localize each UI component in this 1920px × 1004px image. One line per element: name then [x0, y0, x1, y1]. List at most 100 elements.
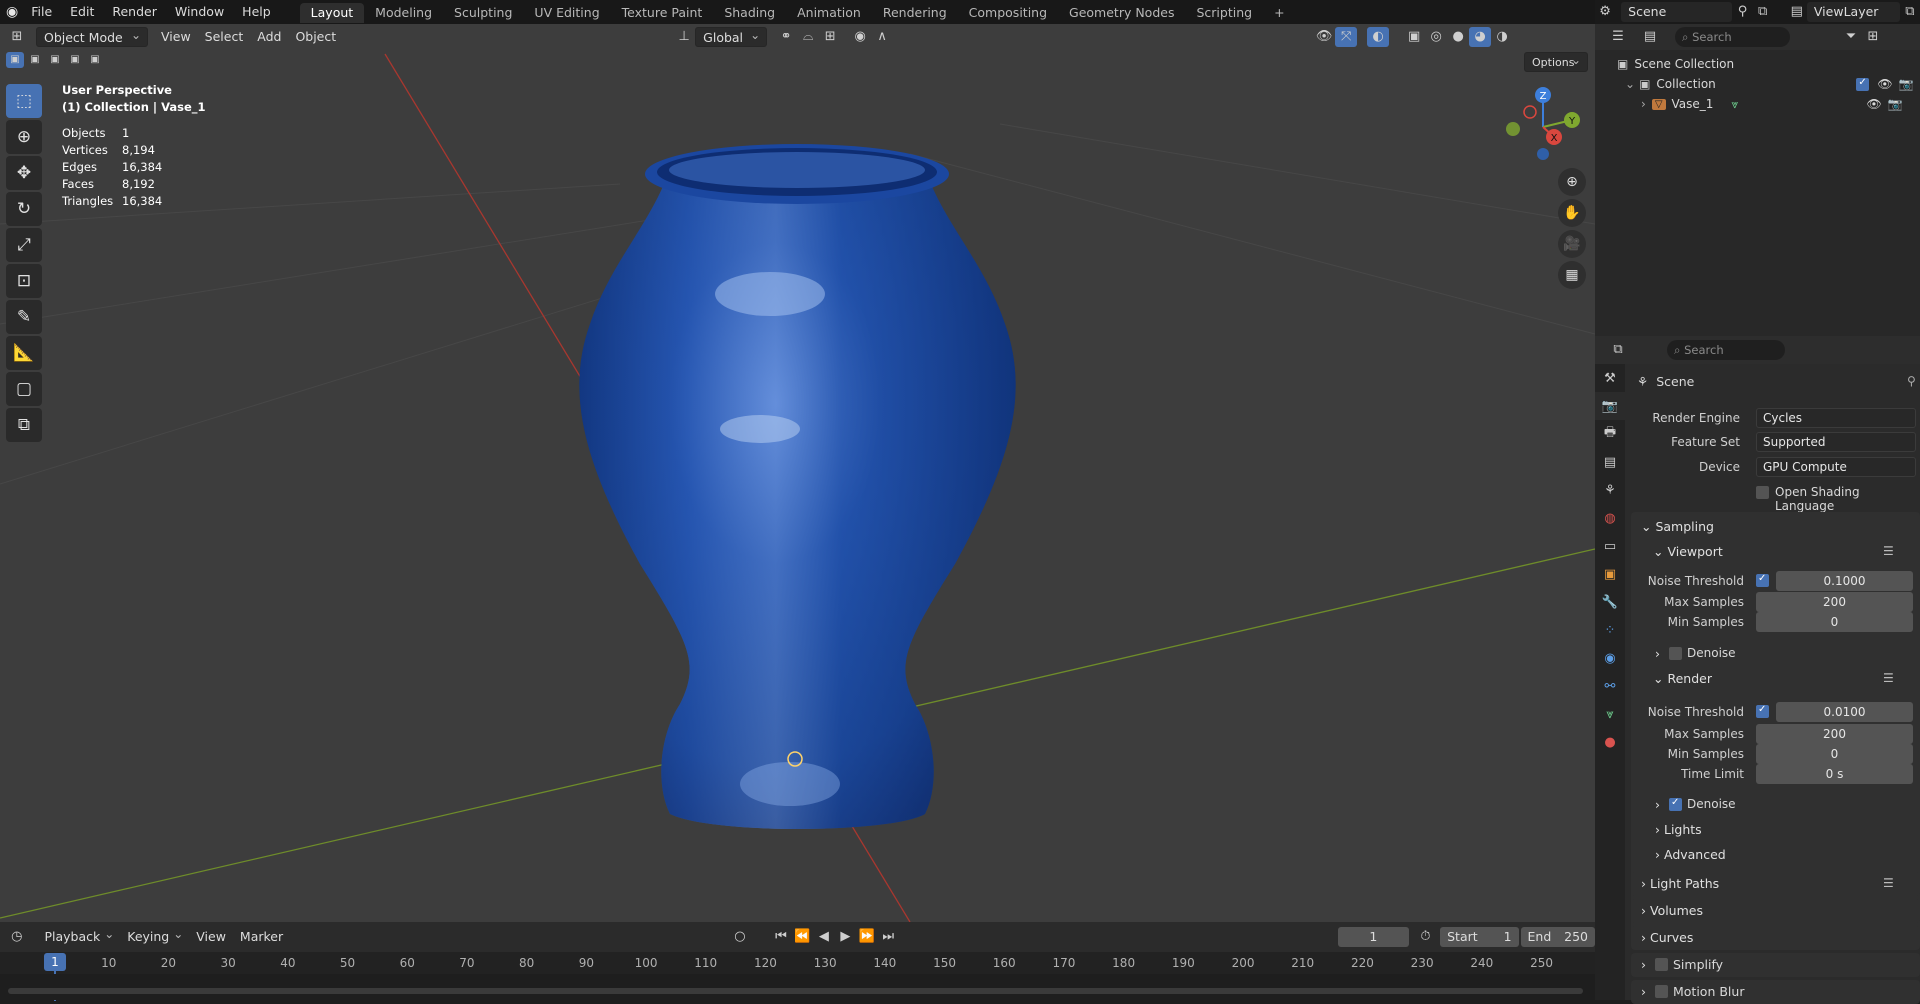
tool-tab-icon[interactable]: ⚒ [1595, 364, 1625, 392]
viewport-denoise-checkbox[interactable] [1669, 647, 1682, 660]
menu-add[interactable]: Add [250, 27, 288, 47]
jump-start-icon[interactable]: ⏮ [770, 927, 791, 947]
3d-viewport[interactable] [0, 24, 1595, 922]
camera-view-icon[interactable]: 🎥 [1558, 230, 1586, 258]
osl-checkbox[interactable] [1756, 486, 1769, 499]
menu-window[interactable]: Window [166, 0, 233, 24]
visibility-icon[interactable]: 👁 [1313, 27, 1335, 47]
preset-list-icon[interactable]: ☰ [1883, 876, 1894, 890]
select-subtract-icon[interactable]: ▣ [46, 52, 64, 68]
select-intersect-icon[interactable]: ▣ [86, 52, 104, 68]
filter-icon[interactable]: ⏷ [1840, 27, 1862, 47]
new-collection-icon[interactable]: ⊞ [1862, 27, 1884, 47]
mode-selector[interactable]: Object Mode [36, 25, 148, 47]
gizmo-toggle-icon[interactable]: ⤧ [1335, 27, 1358, 47]
timeline-track-area[interactable] [0, 974, 1595, 1000]
eye-icon[interactable]: 👁 [1877, 77, 1892, 91]
play-icon[interactable]: ▶ [835, 927, 856, 947]
zoom-icon[interactable]: ⊕ [1558, 168, 1586, 196]
orientation-icon[interactable]: ⊥ [673, 27, 695, 47]
play-reverse-icon[interactable]: ◀ [813, 927, 834, 947]
outliner-row-vase[interactable]: › ▽ Vase_1 ⩔ 👁 📷 [1617, 94, 1914, 114]
pin-icon[interactable]: ⚲ [1907, 374, 1916, 388]
blender-logo-icon[interactable]: ◉ [6, 4, 18, 20]
options-button[interactable]: Options [1524, 50, 1588, 72]
timeline-scrollbar[interactable] [8, 988, 1583, 994]
data-tab-icon[interactable]: ⩔ [1595, 700, 1625, 728]
preset-list-icon[interactable]: ☰ [1883, 544, 1894, 558]
jump-end-icon[interactable]: ⏭ [878, 927, 899, 947]
light-paths-header[interactable]: › Light Paths [1641, 876, 1719, 891]
preview-range-icon[interactable]: ⏱ [1415, 927, 1436, 947]
tab-layout[interactable]: Layout [299, 2, 365, 23]
render-engine-select[interactable]: Cycles [1756, 408, 1916, 428]
modifier-tab-icon[interactable]: 🔧 [1595, 588, 1625, 616]
physics-tab-icon[interactable]: ◉ [1595, 644, 1625, 672]
menu-timeline-view[interactable]: View [189, 927, 233, 947]
simplify-checkbox[interactable] [1655, 958, 1668, 971]
device-select[interactable]: GPU Compute [1756, 457, 1916, 477]
navigation-gizmo[interactable]: Z Y X [1498, 82, 1588, 172]
chevron-down-icon[interactable]: ⌄ [1625, 77, 1635, 91]
advanced-header[interactable]: › Advanced [1655, 847, 1726, 862]
snap-icon[interactable]: ⌓ [797, 27, 819, 47]
motion-blur-header[interactable]: › [1641, 984, 1646, 999]
pivot-icon[interactable]: ⚭ [775, 27, 797, 47]
tab-rendering[interactable]: Rendering [872, 3, 958, 23]
new-scene-icon[interactable]: ⧉ [1753, 2, 1773, 22]
transform-orientation-selector[interactable]: Global [695, 25, 768, 47]
simplify-header[interactable]: › [1641, 957, 1646, 972]
ortho-grid-icon[interactable]: ▦ [1558, 261, 1586, 289]
viewport-subheader[interactable]: ⌄ Viewport [1653, 544, 1723, 559]
view-layer-tab-icon[interactable]: ▤ [1595, 448, 1625, 476]
menu-view[interactable]: View [154, 27, 198, 47]
scene-selector[interactable]: Scene [1621, 2, 1733, 22]
lights-header[interactable]: › Lights [1655, 822, 1702, 837]
scene-tab-icon[interactable]: ⚘ [1595, 476, 1625, 504]
outliner-search-input[interactable]: ⌕ Search [1675, 27, 1790, 47]
auto-keying-icon[interactable]: ○ [729, 927, 750, 947]
viewport-min-samples-field[interactable]: 0 [1756, 612, 1913, 632]
scene-icon[interactable]: ⚙ [1595, 2, 1615, 22]
render-denoise-checkbox[interactable] [1669, 797, 1682, 811]
view-layer-icon[interactable]: ▤ [1787, 2, 1807, 22]
outliner-row-collection[interactable]: ⌄ ▣ Collection 👁 📷 [1617, 74, 1914, 94]
viewport-noise-threshold-checkbox[interactable] [1756, 573, 1769, 587]
select-box-icon[interactable]: ⬚ [6, 84, 42, 118]
tab-compositing[interactable]: Compositing [958, 3, 1058, 23]
frame-ruler[interactable]: 10 20 30 40 50 60 70 80 90 100 110 120 130 140 150 160 1… [0, 952, 1595, 1001]
measure-icon[interactable]: 📐 [6, 336, 42, 370]
rendered-shading-icon[interactable]: ◑ [1491, 27, 1513, 47]
render-noise-threshold-field[interactable]: 0.0100 [1776, 702, 1913, 722]
collection-exclude-checkbox[interactable] [1856, 77, 1870, 91]
timeline-editor-type-icon[interactable]: ◷ [6, 927, 27, 947]
menu-help[interactable]: Help [233, 0, 280, 24]
falloff-icon[interactable]: ∧ [871, 27, 893, 47]
current-frame-field[interactable]: 1 [1338, 927, 1409, 947]
outliner-row-scene-collection[interactable]: ▣ Scene Collection [1617, 54, 1914, 74]
overlay-toggle-icon[interactable]: ◐ [1367, 27, 1390, 47]
render-denoise-header[interactable]: › [1655, 797, 1660, 812]
add-workspace-icon[interactable]: + [1263, 3, 1295, 23]
outliner-editor-type-icon[interactable]: ☰ [1607, 27, 1629, 47]
select-new-icon[interactable]: ▣ [6, 52, 24, 68]
pan-hand-icon[interactable]: ✋ [1558, 199, 1586, 227]
select-invert-icon[interactable]: ▣ [66, 52, 84, 68]
jump-keyframe-back-icon[interactable]: ⏪ [792, 927, 813, 947]
eye-icon[interactable]: 👁 [1867, 97, 1882, 111]
add-cube-icon[interactable]: ▢ [6, 372, 42, 406]
options-label[interactable]: Options [1524, 50, 1588, 72]
volumes-header[interactable]: › Volumes [1641, 903, 1703, 918]
menu-keying[interactable]: Keying [120, 924, 189, 947]
preset-list-icon[interactable]: ☰ [1883, 671, 1894, 685]
pin-icon[interactable]: ⚲ [1732, 2, 1752, 22]
particles-tab-icon[interactable]: ⁘ [1595, 616, 1625, 644]
menu-marker[interactable]: Marker [233, 927, 290, 947]
tab-sculpting[interactable]: Sculpting [443, 3, 523, 23]
material-tab-icon[interactable]: ● [1595, 728, 1625, 756]
editor-type-icon[interactable]: ⊞ [6, 27, 28, 47]
tab-animation[interactable]: Animation [786, 3, 872, 23]
view-layer-selector[interactable]: ViewLayer [1806, 2, 1900, 22]
render-max-samples-field[interactable]: 200 [1756, 724, 1913, 744]
viewport-max-samples-field[interactable]: 200 [1756, 592, 1913, 612]
